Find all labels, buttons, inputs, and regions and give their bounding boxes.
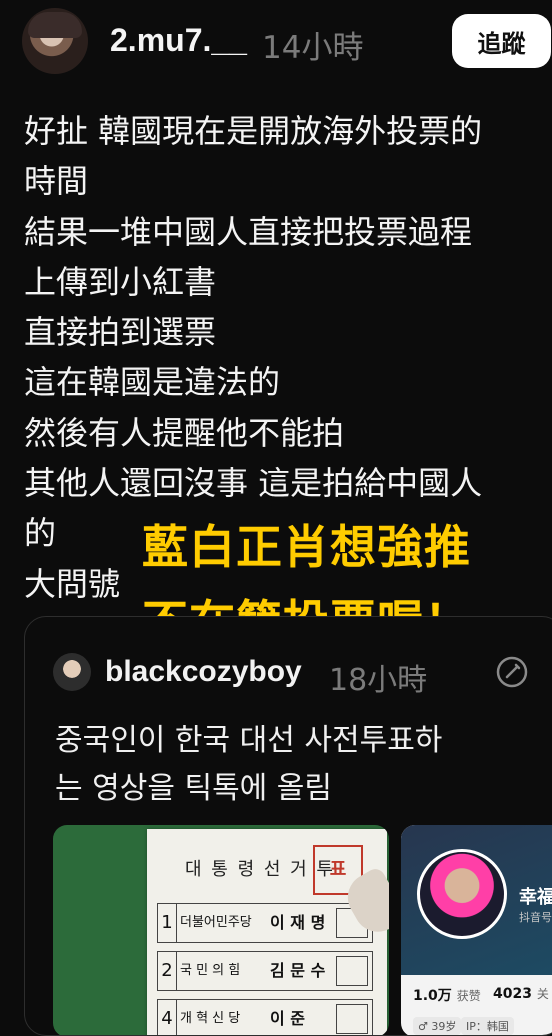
ballot-paper: 대 통 령 선 거 투 표 1 더불어민주당 이 재 명 2 국 민 의 힘 김…: [147, 829, 389, 1035]
ballot-row-number: 1: [158, 904, 177, 942]
ballot-row-party: 더불어민주당: [180, 915, 252, 930]
profile-likes-value: 1.0万: [413, 988, 452, 1004]
quoted-author-username[interactable]: blackcozyboy: [105, 655, 302, 689]
author-username[interactable]: 2.mu7.__: [110, 22, 247, 59]
profile-following-label: 关: [536, 987, 549, 1001]
post-header: 2.mu7.__ 14小時 追蹤: [0, 0, 552, 84]
ballot-row-name: 이 준: [270, 1009, 306, 1028]
post-timestamp: 14小時: [262, 30, 364, 66]
profile-following-value: 4023: [493, 986, 532, 1002]
ballot-row-box: [336, 956, 368, 986]
quoted-post-card[interactable]: blackcozyboy 18小時 중국인이 한국 대선 사전투표하 는 영상을…: [24, 616, 552, 1036]
profile-likes-stat: 1.0万 获赞: [413, 985, 481, 1005]
ballot-row-number: 2: [158, 952, 177, 990]
profile-age-tag: ♂ 39岁: [413, 1017, 462, 1035]
ballot-row: 1 더불어민주당 이 재 명: [157, 903, 373, 943]
author-avatar[interactable]: [22, 8, 88, 74]
profile-screenshot-thumbnail[interactable]: 幸福 抖音号 1.0万 获赞 4023 关 ♂ 39岁 IP：韩国: [401, 825, 552, 1035]
ballot-row-name: 이 재 명: [270, 913, 326, 932]
profile-subtitle: 抖音号: [519, 911, 552, 924]
ballot-row-box: [336, 1004, 368, 1034]
profile-header-bg: 幸福 抖音号: [401, 825, 552, 975]
quoted-author-avatar[interactable]: [53, 653, 91, 691]
ballot-row-party: 개 혁 신 당: [180, 1011, 241, 1026]
profile-name: 幸福: [519, 887, 552, 908]
ballot-row-number: 4: [158, 1000, 177, 1035]
ballot-row-party: 국 민 의 힘: [180, 963, 241, 978]
ballot-row: 4 개 혁 신 당 이 준: [157, 999, 373, 1035]
quoted-post-text: 중국인이 한국 대선 사전투표하 는 영상을 틱톡에 올림: [55, 723, 443, 806]
ballot-row: 2 국 민 의 힘 김 문 수: [157, 951, 373, 991]
quoted-post-timestamp: 18小時: [329, 663, 428, 698]
profile-following-stat: 4023 关: [493, 985, 549, 1002]
profile-ip-tag: IP：韩国: [461, 1017, 514, 1035]
follow-button[interactable]: 追蹤: [452, 14, 551, 68]
ballot-row-name: 김 문 수: [270, 961, 326, 980]
profile-avatar: [417, 849, 507, 939]
profile-likes-label: 获赞: [456, 989, 481, 1003]
edit-icon[interactable]: [495, 655, 529, 689]
ballot-video-thumbnail[interactable]: 대 통 령 선 거 투 표 1 더불어민주당 이 재 명 2 국 민 의 힘 김…: [53, 825, 389, 1035]
